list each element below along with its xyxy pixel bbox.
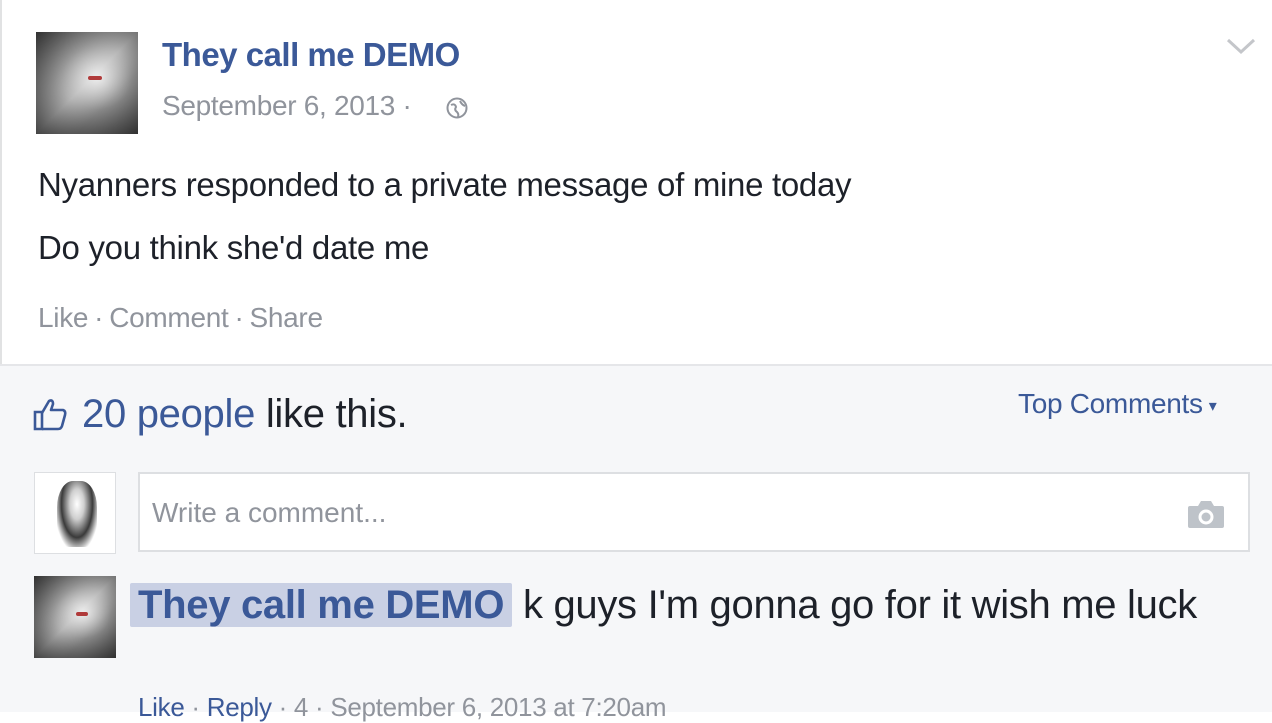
comment-meta: Like · Reply · 4 · September 6, 2013 at … [138, 692, 667, 722]
like-button[interactable]: Like [38, 302, 88, 333]
globe-icon [446, 97, 468, 119]
post-text-line-1: Nyanners responded to a private message … [38, 166, 852, 203]
separator-dot: · [234, 302, 244, 333]
caret-down-icon: ▾ [1208, 397, 1217, 415]
post-author-name[interactable]: They call me DEMO [162, 36, 460, 74]
comment-author-name[interactable]: They call me DEMO [130, 583, 513, 627]
comment-timestamp[interactable]: September 6, 2013 at 7:20am [330, 692, 666, 722]
separator-dot: · [94, 302, 104, 333]
comment-reply-button[interactable]: Reply [207, 692, 272, 722]
top-comments-dropdown[interactable]: Top Comments ▾ [1018, 388, 1217, 420]
camera-icon[interactable] [1186, 498, 1226, 530]
share-button[interactable]: Share [250, 302, 324, 333]
likes-suffix: like this. [255, 392, 408, 436]
chevron-down-icon[interactable] [1224, 36, 1258, 58]
likes-text: 20 people like this. [82, 392, 408, 437]
thumbs-up-icon [33, 399, 67, 431]
post-text-line-2: Do you think she'd date me [38, 229, 430, 266]
author-avatar[interactable] [36, 32, 138, 134]
comment-input[interactable] [150, 490, 1154, 536]
current-user-avatar [34, 472, 116, 554]
comment-button[interactable]: Comment [109, 302, 229, 333]
post-card: They call me DEMO September 6, 2013 · Ny… [0, 0, 1272, 364]
likes-count-link[interactable]: 20 people [82, 392, 255, 436]
comment-body: They call me DEMO k guys I'm gonna go fo… [130, 576, 1228, 634]
post-timestamp[interactable]: September 6, 2013 · [162, 90, 412, 122]
post-actions: Like · Comment · Share [38, 302, 323, 334]
comment-text: k guys I'm gonna go for it wish me luck [512, 583, 1197, 627]
comment-like-count: 4 [293, 692, 309, 722]
commenter-avatar[interactable] [34, 576, 116, 658]
comment-composer[interactable] [138, 472, 1250, 552]
comment-like-button[interactable]: Like [138, 692, 185, 722]
top-comments-label: Top Comments [1018, 388, 1203, 419]
